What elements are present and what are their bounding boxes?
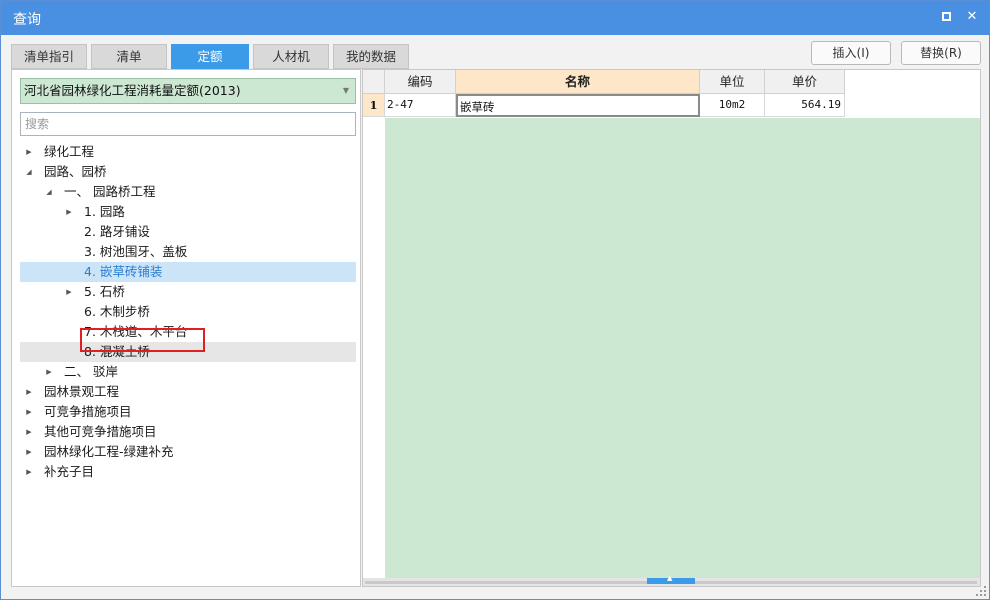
title-bar[interactable]: 查询 ✕ — [1, 1, 989, 35]
expand-arrow-icon[interactable]: ▶ — [24, 442, 34, 462]
resize-grip-icon[interactable] — [976, 586, 986, 596]
tree-node-supplementary-items[interactable]: ▶ 补充子目 — [20, 462, 356, 482]
column-header-unit[interactable]: 单位 — [700, 70, 765, 94]
dialog-title: 查询 — [13, 12, 41, 28]
close-icon[interactable]: ✕ — [963, 8, 981, 26]
query-dialog: 查询 ✕ 清单指引 清单 定额 人材机 我的数据 插入(I) 替换(R) 河北省… — [0, 0, 990, 600]
tree-node-landscape-works[interactable]: ▶ 园林景观工程 — [20, 382, 356, 402]
cell-name[interactable]: 嵌草砖 — [456, 94, 700, 117]
tree-node-other-competitive-measures[interactable]: ▶ 其他可竞争措施项目 — [20, 422, 356, 442]
tree-node-garden-road[interactable]: ▶ 1. 园路 — [20, 202, 356, 222]
replace-button[interactable]: 替换(R) — [901, 41, 981, 65]
collapse-arrow-icon[interactable]: ◢ — [24, 162, 34, 182]
quota-grid-panel: 编码 名称 单位 单价 1 2-47 嵌草砖 10m2 564.19 ▲ — [362, 69, 981, 587]
tab-list-guide[interactable]: 清单指引 — [11, 44, 87, 69]
expand-arrow-icon[interactable]: ▶ — [44, 362, 54, 382]
expand-arrow-icon[interactable]: ▶ — [64, 282, 74, 302]
tree-node-greening[interactable]: ▶ 绿化工程 — [20, 142, 356, 162]
maximize-icon[interactable] — [937, 8, 955, 26]
triangle-down-icon[interactable]: ▼ — [343, 79, 349, 103]
cell-code[interactable]: 2-47 — [385, 94, 456, 117]
tree-node-road-bridge-works[interactable]: ◢ 一、 园路桥工程 — [20, 182, 356, 202]
tree-node-revetment[interactable]: ▶ 二、 驳岸 — [20, 362, 356, 382]
grid-empty-area — [385, 118, 980, 580]
tree-node-stone-bridge[interactable]: ▶ 5. 石桥 — [20, 282, 356, 302]
expand-arrow-icon[interactable]: ▶ — [24, 382, 34, 402]
quota-library-value: 河北省园林绿化工程消耗量定额(2013) — [24, 83, 241, 98]
quota-library-select[interactable]: 河北省园林绿化工程消耗量定额(2013) ▼ — [20, 78, 356, 104]
search-input[interactable] — [20, 112, 356, 136]
cell-price[interactable]: 564.19 — [765, 94, 845, 117]
tree-node-curb-laying[interactable]: 2. 路牙铺设 — [20, 222, 356, 242]
expand-arrow-icon[interactable]: ▶ — [24, 142, 34, 162]
tree-node-competitive-measures[interactable]: ▶ 可竞争措施项目 — [20, 402, 356, 422]
tree-node-tree-pit-cover[interactable]: 3. 树池围牙、盖板 — [20, 242, 356, 262]
scrollbar-thumb[interactable]: ▲ — [647, 574, 695, 584]
tree-node-green-building-supplement[interactable]: ▶ 园林绿化工程-绿建补充 — [20, 442, 356, 462]
tree-node-garden-roads-bridges[interactable]: ◢ 园路、园桥 — [20, 162, 356, 182]
column-header-price[interactable]: 单价 — [765, 70, 845, 94]
row-number-header[interactable] — [363, 70, 385, 94]
horizontal-scrollbar[interactable]: ▲ — [363, 574, 980, 586]
tab-my-data[interactable]: 我的数据 — [333, 44, 409, 69]
tree-node-concrete-bridge[interactable]: 8. 混凝土桥 — [20, 342, 356, 362]
expand-arrow-icon[interactable]: ▶ — [64, 202, 74, 222]
insert-button[interactable]: 插入(I) — [811, 41, 891, 65]
expand-arrow-icon[interactable]: ▶ — [24, 402, 34, 422]
collapse-arrow-icon[interactable]: ◢ — [44, 182, 54, 202]
tab-list[interactable]: 清单 — [91, 44, 167, 69]
tree-node-wooden-footbridge[interactable]: 6. 木制步桥 — [20, 302, 356, 322]
tab-labor-material-machine[interactable]: 人材机 — [253, 44, 329, 69]
column-header-name[interactable]: 名称 — [456, 70, 700, 94]
expand-arrow-icon[interactable]: ▶ — [24, 422, 34, 442]
quota-tree-panel: 河北省园林绿化工程消耗量定额(2013) ▼ ▶ 绿化工程 ◢ 园路、园桥 ◢ … — [11, 69, 361, 587]
row-number[interactable]: 1 — [363, 94, 385, 117]
column-header-code[interactable]: 编码 — [385, 70, 456, 94]
cell-unit[interactable]: 10m2 — [700, 94, 765, 117]
tree-node-grass-paver[interactable]: 4. 嵌草砖铺装 — [20, 262, 356, 282]
expand-arrow-icon[interactable]: ▶ — [24, 462, 34, 482]
chevron-up-icon: ▲ — [667, 574, 673, 582]
tree-node-boardwalk-platform[interactable]: 7. 木栈道、木平台 — [20, 322, 356, 342]
tab-quota[interactable]: 定额 — [171, 44, 249, 69]
